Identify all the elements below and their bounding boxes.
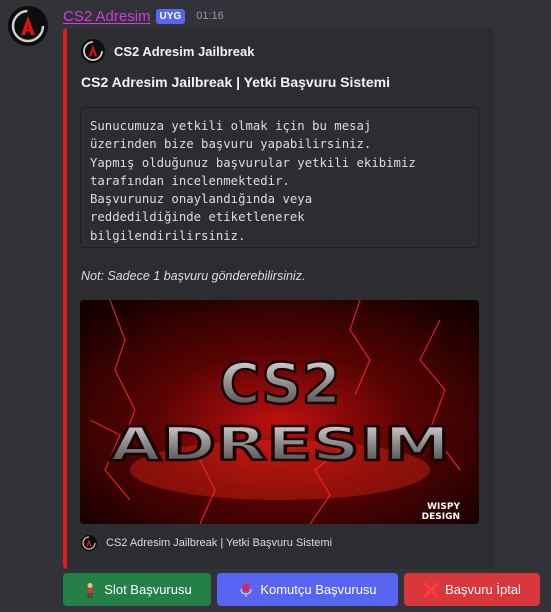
- svg-text:DESIGN: DESIGN: [422, 512, 460, 522]
- commander-application-label: Komutçu Başvurusu: [260, 582, 377, 597]
- svg-text:WISPY: WISPY: [427, 502, 460, 512]
- code-line: tarafından incelenmektedir.: [90, 173, 290, 188]
- code-line: üzerinden bize başvuru yapabilirsiniz.: [90, 137, 372, 152]
- timestamp: 01:16: [196, 10, 224, 22]
- slot-application-button[interactable]: Slot Başvurusu: [63, 573, 211, 606]
- cs2-adresim-banner: CS2 ADRESIM WISPY DESIGN: [80, 300, 479, 524]
- message-header: CS2 Adresim UYG 01:16: [63, 7, 224, 25]
- embed-card: CS2 Adresim Jailbreak CS2 Adresim Jailbr…: [63, 28, 494, 569]
- code-block: Sunucumuza yetkili olmak için bu mesaj ü…: [80, 107, 479, 248]
- bot-avatar[interactable]: [8, 6, 48, 46]
- cancel-application-label: Başvuru İptal: [445, 582, 521, 597]
- embed-banner-image[interactable]: CS2 ADRESIM WISPY DESIGN: [80, 300, 479, 524]
- slot-application-label: Slot Başvurusu: [104, 582, 192, 597]
- embed-author: CS2 Adresim Jailbreak: [81, 39, 254, 63]
- code-line: Yapmış olduğunuz başvurular yetkili ekib…: [90, 155, 416, 170]
- author-logo-icon: [81, 39, 105, 63]
- svg-text:ADRESIM: ADRESIM: [110, 417, 450, 471]
- footer-text: CS2 Adresim Jailbreak | Yetki Başvuru Si…: [106, 537, 333, 549]
- microphone-icon: [240, 582, 252, 597]
- cross-mark-icon: [423, 582, 439, 597]
- footer-logo-icon: [81, 535, 97, 551]
- embed-footer: CS2 Adresim Jailbreak | Yetki Başvuru Si…: [81, 535, 332, 551]
- code-line: bilgilendirilirsiniz.: [90, 228, 246, 243]
- code-line: reddedildiğinde etiketlenerek: [90, 210, 305, 225]
- commander-application-button[interactable]: Komutçu Başvurusu: [217, 573, 398, 606]
- cancel-application-button[interactable]: Başvuru İptal: [404, 573, 540, 606]
- app-badge: UYG: [155, 8, 186, 24]
- man-icon: [87, 582, 94, 598]
- cs2-logo-icon: [8, 6, 48, 46]
- code-line: Sunucumuza yetkili olmak için bu mesaj: [90, 119, 372, 133]
- code-line: Başvurunuz onaylandığında veya: [90, 192, 313, 207]
- embed-note: Not: Sadece 1 başvuru gönderebilirsiniz.: [81, 269, 306, 283]
- embed-title: CS2 Adresim Jailbreak | Yetki Başvuru Si…: [81, 74, 390, 90]
- username[interactable]: CS2 Adresim: [63, 8, 151, 25]
- svg-text:CS2: CS2: [219, 352, 340, 417]
- author-name: CS2 Adresim Jailbreak: [114, 43, 255, 59]
